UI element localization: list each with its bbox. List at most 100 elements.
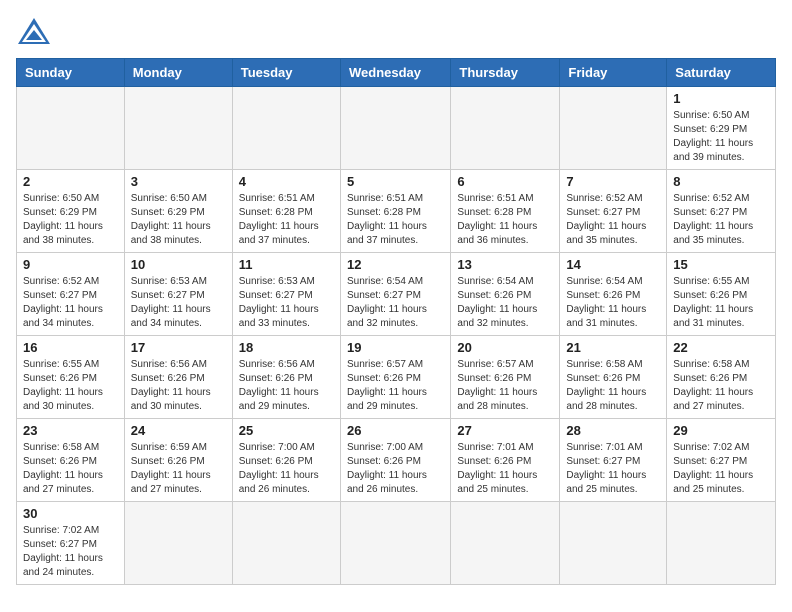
day-number: 16 [23, 340, 118, 355]
day-info: Sunrise: 6:51 AM Sunset: 6:28 PM Dayligh… [347, 192, 444, 248]
day-info: Sunrise: 7:00 AM Sunset: 6:26 PM Dayligh… [347, 441, 444, 497]
calendar-cell [232, 502, 340, 585]
calendar-cell [451, 502, 560, 585]
day-info: Sunrise: 7:02 AM Sunset: 6:27 PM Dayligh… [23, 524, 118, 580]
day-number: 19 [347, 340, 444, 355]
day-number: 8 [673, 174, 769, 189]
calendar-cell: 12 Sunrise: 6:54 AM Sunset: 6:27 PM Dayli… [340, 253, 450, 336]
calendar-cell: 24 Sunrise: 6:59 AM Sunset: 6:26 PM Dayli… [124, 419, 232, 502]
calendar-cell: 20 Sunrise: 6:57 AM Sunset: 6:26 PM Dayli… [451, 336, 560, 419]
calendar-cell: 8 Sunrise: 6:52 AM Sunset: 6:27 PM Daylig… [667, 170, 776, 253]
calendar-cell: 21 Sunrise: 6:58 AM Sunset: 6:26 PM Dayli… [560, 336, 667, 419]
day-info: Sunrise: 6:52 AM Sunset: 6:27 PM Dayligh… [673, 192, 769, 248]
day-number: 15 [673, 257, 769, 272]
calendar-cell [667, 502, 776, 585]
day-number: 29 [673, 423, 769, 438]
calendar-cell: 26Sunrise: 7:00 AM Sunset: 6:26 PM Dayli… [340, 419, 450, 502]
day-info: Sunrise: 6:57 AM Sunset: 6:26 PM Dayligh… [347, 358, 444, 414]
calendar-header-thursday: Thursday [451, 59, 560, 87]
day-number: 9 [23, 257, 118, 272]
day-info: Sunrise: 6:52 AM Sunset: 6:27 PM Dayligh… [23, 275, 118, 331]
day-info: Sunrise: 6:58 AM Sunset: 6:26 PM Dayligh… [566, 358, 660, 414]
day-info: Sunrise: 6:57 AM Sunset: 6:26 PM Dayligh… [457, 358, 553, 414]
calendar-cell: 18 Sunrise: 6:56 AM Sunset: 6:26 PM Dayli… [232, 336, 340, 419]
day-number: 13 [457, 257, 553, 272]
day-number: 22 [673, 340, 769, 355]
day-number: 21 [566, 340, 660, 355]
day-info: Sunrise: 6:58 AM Sunset: 6:26 PM Dayligh… [23, 441, 118, 497]
day-number: 24 [131, 423, 226, 438]
day-number: 12 [347, 257, 444, 272]
calendar-cell: 22Sunrise: 6:58 AM Sunset: 6:26 PM Dayli… [667, 336, 776, 419]
day-info: Sunrise: 6:53 AM Sunset: 6:27 PM Dayligh… [239, 275, 334, 331]
calendar-cell [124, 87, 232, 170]
day-number: 27 [457, 423, 553, 438]
day-info: Sunrise: 6:55 AM Sunset: 6:26 PM Dayligh… [673, 275, 769, 331]
calendar-week-row: 2Sunrise: 6:50 AM Sunset: 6:29 PM Daylig… [17, 170, 776, 253]
day-info: Sunrise: 6:51 AM Sunset: 6:28 PM Dayligh… [239, 192, 334, 248]
day-number: 20 [457, 340, 553, 355]
calendar-header-monday: Monday [124, 59, 232, 87]
calendar-week-row: 30 Sunrise: 7:02 AM Sunset: 6:27 PM Dayli… [17, 502, 776, 585]
day-number: 7 [566, 174, 660, 189]
day-info: Sunrise: 6:50 AM Sunset: 6:29 PM Dayligh… [23, 192, 118, 248]
calendar-cell: 25 Sunrise: 7:00 AM Sunset: 6:26 PM Dayli… [232, 419, 340, 502]
day-info: Sunrise: 6:54 AM Sunset: 6:27 PM Dayligh… [347, 275, 444, 331]
day-number: 11 [239, 257, 334, 272]
day-number: 6 [457, 174, 553, 189]
calendar-header-saturday: Saturday [667, 59, 776, 87]
day-info: Sunrise: 6:56 AM Sunset: 6:26 PM Dayligh… [131, 358, 226, 414]
day-info: Sunrise: 7:02 AM Sunset: 6:27 PM Dayligh… [673, 441, 769, 497]
calendar-cell: 6 Sunrise: 6:51 AM Sunset: 6:28 PM Daylig… [451, 170, 560, 253]
day-info: Sunrise: 6:51 AM Sunset: 6:28 PM Dayligh… [457, 192, 553, 248]
calendar-cell [340, 87, 450, 170]
day-number: 18 [239, 340, 334, 355]
day-info: Sunrise: 6:55 AM Sunset: 6:26 PM Dayligh… [23, 358, 118, 414]
calendar-cell: 27 Sunrise: 7:01 AM Sunset: 6:26 PM Dayli… [451, 419, 560, 502]
calendar-cell: 4 Sunrise: 6:51 AM Sunset: 6:28 PM Daylig… [232, 170, 340, 253]
logo [16, 16, 58, 46]
calendar-cell: 29 Sunrise: 7:02 AM Sunset: 6:27 PM Dayli… [667, 419, 776, 502]
calendar-cell [232, 87, 340, 170]
day-info: Sunrise: 6:50 AM Sunset: 6:29 PM Dayligh… [131, 192, 226, 248]
calendar-cell: 17 Sunrise: 6:56 AM Sunset: 6:26 PM Dayli… [124, 336, 232, 419]
day-number: 25 [239, 423, 334, 438]
day-info: Sunrise: 6:54 AM Sunset: 6:26 PM Dayligh… [566, 275, 660, 331]
calendar-week-row: 1Sunrise: 6:50 AM Sunset: 6:29 PM Daylig… [17, 87, 776, 170]
day-number: 4 [239, 174, 334, 189]
calendar-header-row: SundayMondayTuesdayWednesdayThursdayFrid… [17, 59, 776, 87]
day-info: Sunrise: 6:59 AM Sunset: 6:26 PM Dayligh… [131, 441, 226, 497]
calendar-header-wednesday: Wednesday [340, 59, 450, 87]
day-number: 30 [23, 506, 118, 521]
calendar-cell [340, 502, 450, 585]
calendar-week-row: 9 Sunrise: 6:52 AM Sunset: 6:27 PM Daylig… [17, 253, 776, 336]
calendar-cell [17, 87, 125, 170]
calendar-cell: 9 Sunrise: 6:52 AM Sunset: 6:27 PM Daylig… [17, 253, 125, 336]
calendar-cell: 10Sunrise: 6:53 AM Sunset: 6:27 PM Dayli… [124, 253, 232, 336]
calendar-cell: 15 Sunrise: 6:55 AM Sunset: 6:26 PM Dayli… [667, 253, 776, 336]
day-number: 17 [131, 340, 226, 355]
calendar: SundayMondayTuesdayWednesdayThursdayFrid… [16, 58, 776, 585]
calendar-header-tuesday: Tuesday [232, 59, 340, 87]
calendar-cell [124, 502, 232, 585]
day-info: Sunrise: 7:01 AM Sunset: 6:27 PM Dayligh… [566, 441, 660, 497]
calendar-cell: 30 Sunrise: 7:02 AM Sunset: 6:27 PM Dayli… [17, 502, 125, 585]
calendar-cell [560, 502, 667, 585]
calendar-cell: 3 Sunrise: 6:50 AM Sunset: 6:29 PM Daylig… [124, 170, 232, 253]
day-info: Sunrise: 6:52 AM Sunset: 6:27 PM Dayligh… [566, 192, 660, 248]
calendar-cell [451, 87, 560, 170]
day-info: Sunrise: 7:00 AM Sunset: 6:26 PM Dayligh… [239, 441, 334, 497]
day-info: Sunrise: 6:56 AM Sunset: 6:26 PM Dayligh… [239, 358, 334, 414]
day-number: 14 [566, 257, 660, 272]
calendar-header-sunday: Sunday [17, 59, 125, 87]
day-info: Sunrise: 6:53 AM Sunset: 6:27 PM Dayligh… [131, 275, 226, 331]
header [16, 16, 776, 46]
day-info: Sunrise: 7:01 AM Sunset: 6:26 PM Dayligh… [457, 441, 553, 497]
day-number: 3 [131, 174, 226, 189]
calendar-header-friday: Friday [560, 59, 667, 87]
calendar-cell: 1Sunrise: 6:50 AM Sunset: 6:29 PM Daylig… [667, 87, 776, 170]
day-info: Sunrise: 6:50 AM Sunset: 6:29 PM Dayligh… [673, 109, 769, 165]
calendar-week-row: 23Sunrise: 6:58 AM Sunset: 6:26 PM Dayli… [17, 419, 776, 502]
day-info: Sunrise: 6:54 AM Sunset: 6:26 PM Dayligh… [457, 275, 553, 331]
calendar-cell: 2Sunrise: 6:50 AM Sunset: 6:29 PM Daylig… [17, 170, 125, 253]
